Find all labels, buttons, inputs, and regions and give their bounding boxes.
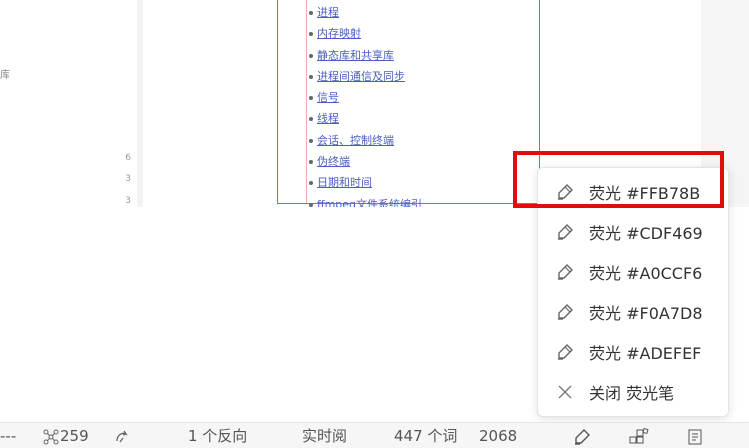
outline-icon[interactable] (687, 425, 703, 447)
toc-link[interactable]: 信号 (309, 89, 422, 110)
sidebar-count: 3 (125, 174, 131, 184)
toc-divider (306, 0, 307, 203)
menu-item-highlight-cdf469[interactable]: 荧光 #CDF469 (538, 214, 728, 250)
status-dashes: --- (0, 427, 17, 445)
toc-link[interactable]: 进程 (309, 4, 422, 25)
toc-list: 进程 内存映射 静态库和共享库 进程间通信及同步 信号 线程 会话、控制终端 伪… (309, 4, 422, 207)
menu-item-highlight-adefef[interactable]: 荧光 #ADEFEF (538, 334, 728, 370)
live-preview-mode[interactable]: 实时阅 (302, 425, 347, 447)
bullet-icon (309, 96, 313, 101)
highlighter-icon (555, 262, 575, 282)
toc-link[interactable]: ffmpeg文件系统编引 (309, 196, 422, 207)
bullet-icon (309, 11, 313, 15)
menu-item-label: 荧光 #A0CCF6 (589, 264, 703, 283)
graph-icon (42, 427, 60, 445)
toc-link[interactable]: 静态库和共享库 (309, 47, 422, 68)
close-icon (555, 382, 575, 402)
highlighter-icon (555, 302, 575, 322)
graph-count: 259 (60, 427, 89, 445)
toc-link[interactable]: 进程间通信及同步 (309, 68, 422, 89)
bullet-icon (309, 160, 313, 165)
menu-item-highlight-a0ccf6[interactable]: 荧光 #A0CCF6 (538, 254, 728, 290)
toc-link[interactable]: 日期和时间 (309, 174, 422, 195)
bullet-icon (309, 53, 313, 58)
char-count: 2068 (479, 427, 518, 445)
menu-item-close-highlighter[interactable]: 关闭 荧光笔 (538, 374, 728, 410)
word-count: 447 个词 (394, 427, 458, 445)
sidebar-fragment: 库 (0, 70, 10, 81)
highlighter-pen-icon[interactable] (573, 425, 591, 447)
highlighter-icon (555, 342, 575, 362)
sidebar-count: 6 (125, 153, 131, 163)
toc-link[interactable]: 会话、控制终端 (309, 132, 422, 153)
toc-link[interactable]: 内存映射 (309, 25, 422, 46)
menu-item-highlight-f0a7d8[interactable]: 荧光 #F0A7D8 (538, 294, 728, 330)
sidebar-count: 3 (125, 196, 131, 206)
graph-status[interactable]: 259 (42, 425, 89, 447)
annotation-highlight-frame (513, 151, 724, 208)
menu-item-label: 荧光 #CDF469 (589, 224, 703, 243)
sync-icon[interactable] (114, 425, 130, 447)
menu-item-label: 荧光 #F0A7D8 (589, 304, 703, 323)
bullet-icon (309, 32, 313, 37)
highlighter-icon (555, 222, 575, 242)
sidebar-divider[interactable] (137, 0, 143, 207)
bullet-icon (309, 181, 313, 186)
menu-item-label: 荧光 #ADEFEF (589, 344, 702, 363)
bullet-icon (309, 117, 313, 122)
bullet-icon (309, 74, 313, 79)
bullet-icon (309, 138, 313, 143)
status-bar: --- 259 1 个反向 实时阅 447 个词 2068 (0, 422, 749, 448)
toc-link[interactable]: 线程 (309, 110, 422, 131)
menu-item-label: 关闭 荧光笔 (589, 384, 675, 403)
backlinks-count[interactable]: 1 个反向 (188, 425, 247, 447)
toc-link[interactable]: 伪终端 (309, 153, 422, 174)
left-sidebar: 库 6 3 3 (0, 0, 143, 207)
plugins-icon[interactable] (629, 425, 649, 447)
